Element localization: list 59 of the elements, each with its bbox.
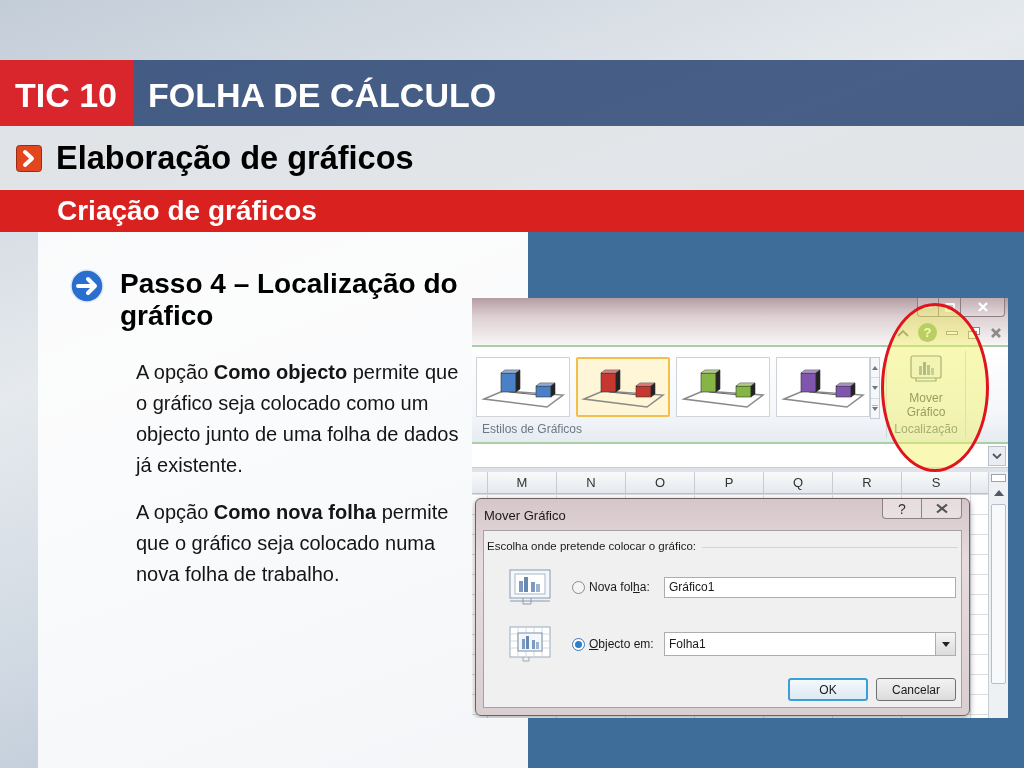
- close-icon: [934, 503, 949, 514]
- dropdown-button[interactable]: [935, 633, 955, 655]
- chart-style-option[interactable]: [576, 357, 670, 417]
- triangle-down-icon: [872, 386, 878, 390]
- step-heading: Passo 4 – Localização do gráfico: [120, 268, 459, 332]
- triangle-up-icon: [993, 490, 1004, 496]
- group-label: Localização: [894, 421, 958, 438]
- vertical-scrollbar[interactable]: [988, 472, 1008, 718]
- chart-style-option[interactable]: [676, 357, 770, 417]
- column-header[interactable]: N: [557, 472, 626, 493]
- chevron-right-icon: [16, 144, 42, 172]
- dialog-title: Mover Gráfico: [483, 507, 566, 525]
- slide-title: FOLHA DE CÁLCULO: [148, 74, 497, 116]
- chart-sheet-icon: [509, 569, 551, 605]
- expand-down-icon: [872, 405, 878, 412]
- minimize-icon: [923, 305, 933, 309]
- scrollbar-thumb[interactable]: [991, 504, 1006, 684]
- chart-style-option[interactable]: [776, 357, 870, 417]
- option-label[interactable]: Objecto em:: [589, 635, 664, 653]
- dialog-button[interactable]: OK: [788, 678, 868, 701]
- restore-button[interactable]: [967, 325, 981, 340]
- close-icon: [976, 302, 989, 312]
- maximize-icon: [944, 302, 955, 312]
- close-button[interactable]: [961, 298, 1005, 317]
- group-label: Estilos de Gráficos: [481, 421, 584, 438]
- option-label[interactable]: Nova folha:: [589, 578, 664, 596]
- column-header[interactable]: M: [488, 472, 557, 493]
- column-header[interactable]: Q: [764, 472, 833, 493]
- close-button[interactable]: [989, 325, 1003, 340]
- caret-up-icon: [897, 328, 909, 337]
- course-label: TIC 10: [0, 60, 133, 126]
- close-button[interactable]: [922, 499, 962, 519]
- column-header[interactable]: P: [695, 472, 764, 493]
- close-icon: [990, 326, 1002, 339]
- chart-sheet-icon: [910, 355, 942, 383]
- body-paragraph: A opção Como objecto permite que o gráfico seja colocado como um objecto junto de uma folha de dados já existente.: [136, 360, 460, 478]
- arrow-right-circle-icon: [70, 269, 104, 303]
- help-button[interactable]: ?: [882, 499, 922, 519]
- section-title: Elaboração de gráficos: [56, 138, 414, 178]
- minimize-icon: [946, 330, 958, 335]
- chart-in-grid-icon: [509, 626, 551, 662]
- radio-button[interactable]: [572, 637, 585, 651]
- column-header[interactable]: S: [902, 472, 971, 493]
- triangle-down-icon: [941, 641, 950, 647]
- dialog-button[interactable]: Cancelar: [876, 678, 956, 701]
- column-header[interactable]: O: [626, 472, 695, 493]
- chevron-down-icon: [992, 452, 1002, 459]
- expand-formula-button[interactable]: [988, 445, 1006, 466]
- dialog-prompt: Escolha onde pretende colocar o gráfico:: [487, 539, 697, 555]
- radio-button[interactable]: [572, 580, 585, 594]
- sheet-select[interactable]: Folha1: [664, 632, 956, 656]
- restore-icon: [968, 326, 980, 339]
- column-header[interactable]: R: [833, 472, 902, 493]
- triangle-up-icon: [872, 365, 878, 370]
- body-paragraph: A opção Como nova folha permite que o gráfico seja colocado numa nova folha de trabalho.: [136, 500, 450, 587]
- sheet-name-field[interactable]: Gráfico1: [664, 576, 956, 598]
- split-handle[interactable]: [991, 474, 1006, 482]
- chart-style-option[interactable]: [476, 357, 570, 417]
- subsection-title: Criação de gráficos: [57, 194, 317, 228]
